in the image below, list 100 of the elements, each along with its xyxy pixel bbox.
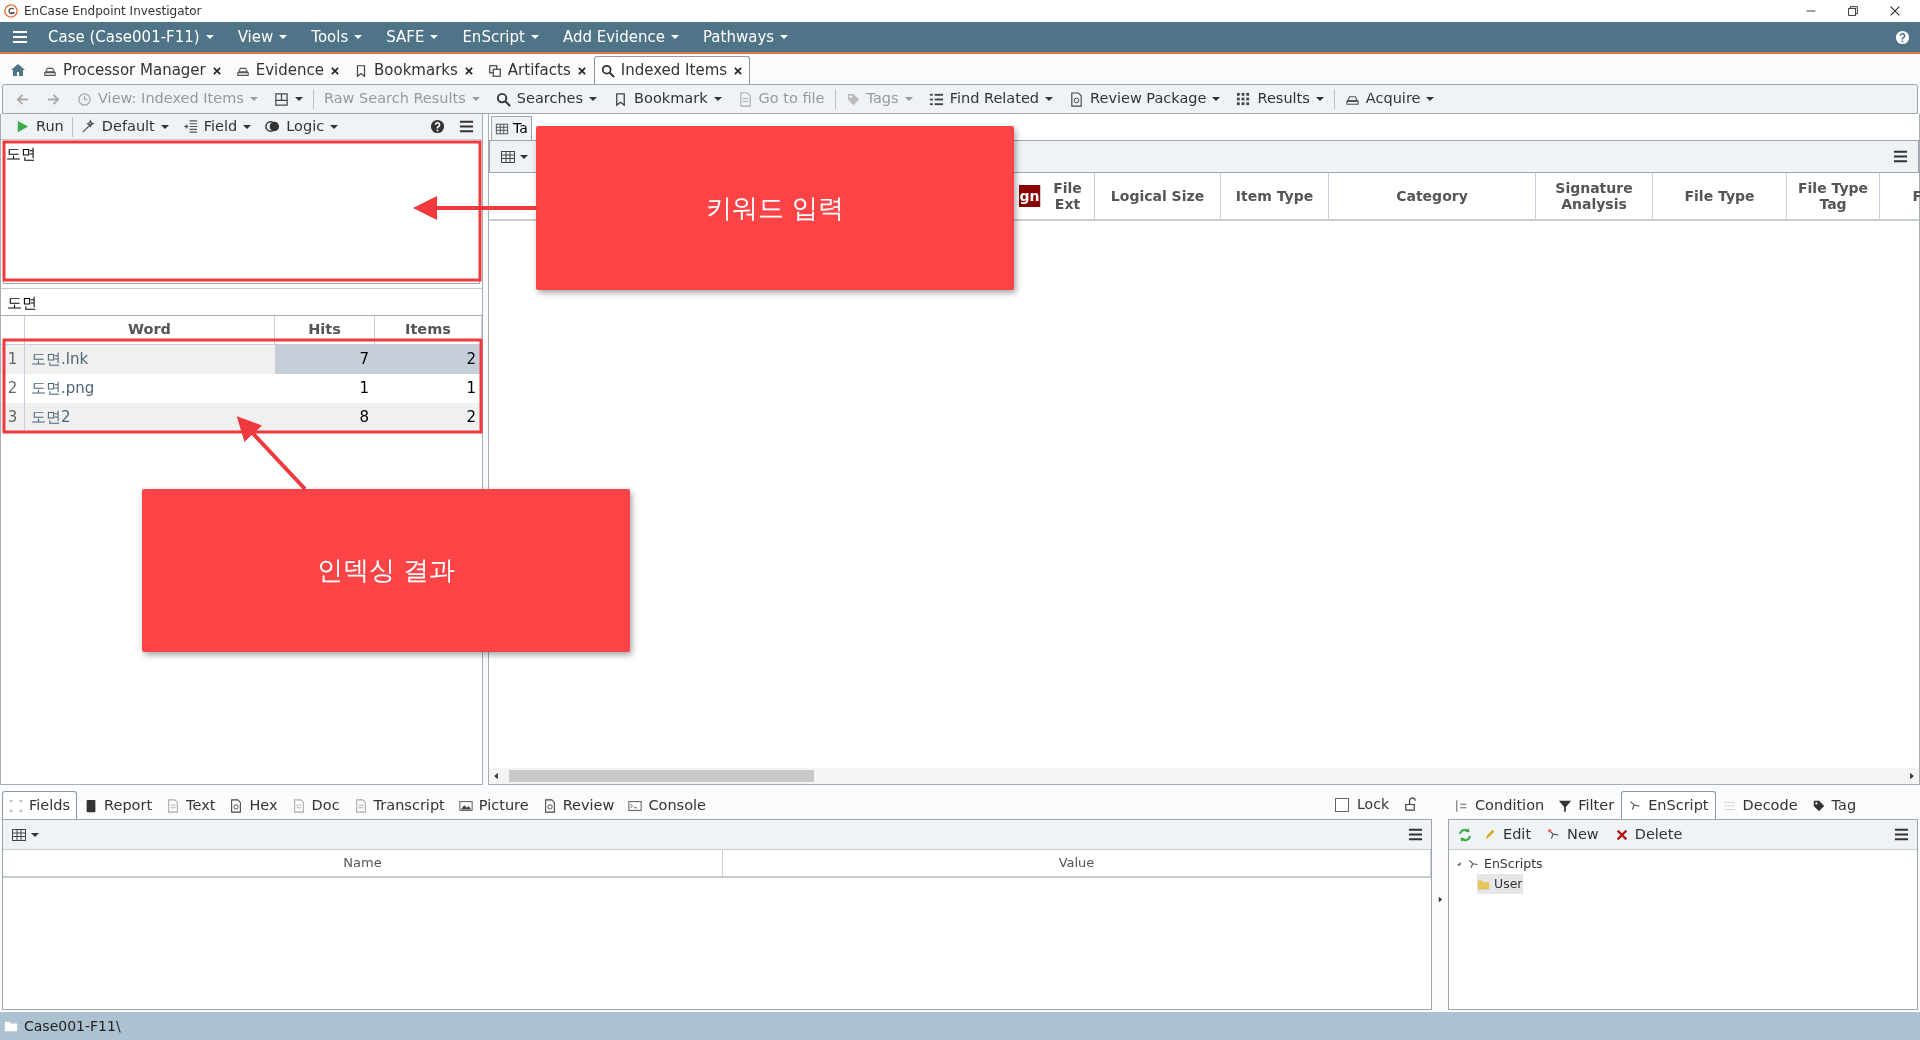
- folder-icon: [1477, 877, 1490, 891]
- expand-arrow-icon[interactable]: [1455, 860, 1463, 868]
- scrollbar-thumb[interactable]: [509, 770, 814, 782]
- search-term: 도면: [1, 288, 482, 316]
- menu-icon[interactable]: [459, 119, 474, 134]
- caret-icon: [279, 35, 288, 39]
- caret-icon: [780, 35, 789, 39]
- tab[interactable]: Decode: [1715, 791, 1805, 819]
- restore-icon[interactable]: [1846, 4, 1860, 18]
- table-cell: 7: [275, 345, 375, 374]
- tab[interactable]: Review: [535, 791, 622, 819]
- caret-icon: [294, 97, 303, 101]
- table-cell[interactable]: 도면2: [25, 403, 275, 432]
- menu-item[interactable]: Add Evidence: [550, 25, 691, 49]
- toolbar-button[interactable]: Results: [1230, 86, 1330, 112]
- tab[interactable]: Picture: [451, 791, 536, 819]
- toolbar-button[interactable]: New: [1541, 821, 1605, 848]
- tab[interactable]: EnScript: [1621, 791, 1716, 819]
- tree-item[interactable]: User: [1477, 874, 1523, 894]
- tab[interactable]: Condition: [1448, 791, 1552, 819]
- close-icon[interactable]: [330, 65, 341, 76]
- tab[interactable]: Evidence: [228, 56, 348, 84]
- column-header[interactable]: Value: [723, 850, 1431, 876]
- tab[interactable]: Bookmarks: [347, 56, 481, 84]
- layout-icon: [273, 91, 289, 107]
- table-cell[interactable]: 도면.lnk: [25, 345, 275, 374]
- toolbar-button[interactable]: Logic: [259, 113, 345, 140]
- caret-icon: [670, 35, 679, 39]
- menu-item[interactable]: EnScript: [450, 25, 551, 49]
- tab-icon: [487, 63, 502, 78]
- tab[interactable]: Fields: [2, 791, 78, 819]
- toolbar-button[interactable]: Find Related: [922, 86, 1060, 112]
- caret-icon: [1426, 97, 1435, 101]
- tab[interactable]: Tag: [1804, 791, 1864, 819]
- tab-icon: [542, 798, 557, 813]
- tab[interactable]: Doc: [284, 791, 347, 819]
- menu-item[interactable]: View: [225, 25, 300, 49]
- menu-icon[interactable]: [1894, 827, 1909, 842]
- refresh-icon[interactable]: [1457, 826, 1473, 843]
- toolbar-button[interactable]: Default: [74, 113, 175, 140]
- table-cell[interactable]: 도면.png: [25, 374, 275, 403]
- close-icon[interactable]: [576, 65, 587, 76]
- column-header[interactable]: Category: [1329, 173, 1536, 219]
- delete-icon: [1614, 827, 1629, 842]
- toolbar-button[interactable]: Bookmark: [607, 86, 728, 112]
- column-header[interactable]: F: [1880, 173, 1920, 219]
- close-icon[interactable]: [1888, 4, 1902, 18]
- column-header[interactable]: File Ext: [1041, 173, 1095, 219]
- menu-icon[interactable]: [1893, 149, 1908, 164]
- column-header[interactable]: Name: [3, 850, 723, 876]
- column-header[interactable]: gn: [1019, 185, 1041, 207]
- table-icon[interactable]: [11, 826, 27, 843]
- column-header[interactable]: Item Type: [1221, 173, 1329, 219]
- toolbar-button[interactable]: Delete: [1608, 821, 1689, 848]
- toolbar-button[interactable]: Searches: [489, 86, 604, 112]
- tab[interactable]: Report: [77, 791, 160, 819]
- table-icon[interactable]: [500, 148, 516, 165]
- column-header[interactable]: File Type Tag: [1787, 173, 1880, 219]
- tab[interactable]: Text: [159, 791, 223, 819]
- toolbar-button[interactable]: Review Package: [1063, 86, 1227, 112]
- tab-icon: [291, 798, 306, 813]
- toolbar-button[interactable]: Run: [9, 113, 70, 140]
- tab[interactable]: Filter: [1551, 791, 1622, 819]
- tree-item[interactable]: EnScripts: [1455, 854, 1543, 874]
- table-cell: 2: [375, 403, 482, 432]
- callout: 인덱싱 결과: [142, 489, 630, 652]
- menu-item[interactable]: SAFE: [374, 25, 451, 49]
- toolbar-button[interactable]: Field: [176, 113, 258, 140]
- unlock-icon[interactable]: [1403, 797, 1418, 812]
- view-tab[interactable]: Ta: [491, 116, 532, 140]
- tab[interactable]: Processor Manager: [36, 56, 229, 84]
- close-icon[interactable]: [463, 65, 474, 76]
- close-icon[interactable]: [733, 65, 744, 76]
- wand-icon: [80, 119, 96, 134]
- help-icon[interactable]: [430, 119, 445, 134]
- tab[interactable]: Transcript: [346, 791, 452, 819]
- caret-icon: [205, 35, 214, 39]
- menu-item[interactable]: Pathways: [690, 25, 801, 49]
- tab[interactable]: Hex: [222, 791, 285, 819]
- menu-icon[interactable]: [1408, 827, 1423, 842]
- logic-icon: [265, 119, 281, 134]
- menu-item[interactable]: Case (Case001-F11): [36, 25, 226, 49]
- tab[interactable]: Indexed Items: [593, 56, 751, 84]
- tag-icon: [845, 91, 861, 107]
- tab-icon: [1811, 798, 1826, 813]
- toolbar-button[interactable]: Edit: [1477, 821, 1538, 848]
- tab-icon: [166, 798, 181, 813]
- home-icon[interactable]: [10, 62, 26, 78]
- tab[interactable]: Console: [621, 791, 713, 819]
- tab[interactable]: Artifacts: [480, 56, 594, 84]
- close-icon[interactable]: [211, 65, 222, 76]
- column-header[interactable]: File Type: [1653, 173, 1787, 219]
- menu-item[interactable]: Tools: [299, 25, 375, 49]
- lock-checkbox[interactable]: Lock: [1335, 794, 1389, 815]
- tab-icon: [458, 798, 473, 813]
- column-header[interactable]: Signature Analysis: [1536, 173, 1653, 219]
- toolbar-button[interactable]: Acquire: [1338, 86, 1441, 112]
- pencil-icon: [1483, 827, 1497, 842]
- grid-icon: [1236, 91, 1252, 107]
- column-header[interactable]: Logical Size: [1095, 173, 1221, 219]
